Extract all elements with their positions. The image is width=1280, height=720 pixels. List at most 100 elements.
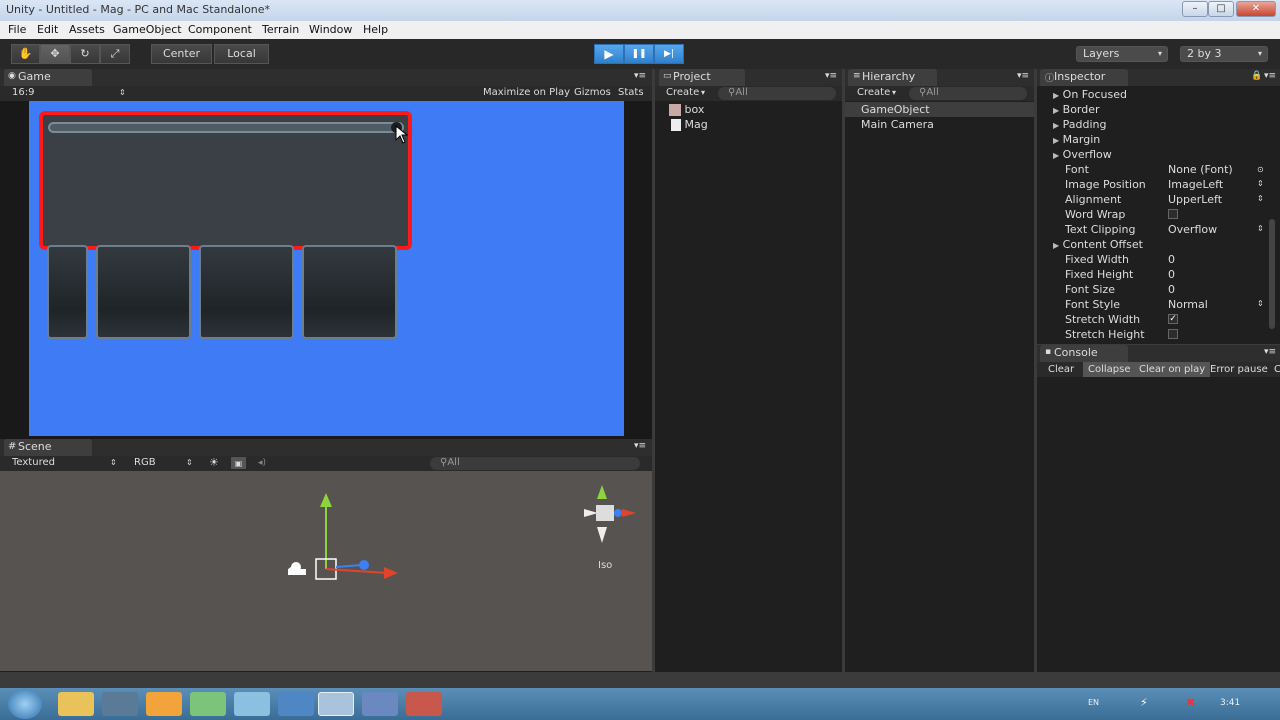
lock-icon[interactable]: 🔒: [1251, 71, 1262, 81]
prop-font-style-dropdown[interactable]: Normal: [1168, 297, 1208, 312]
tab-console[interactable]: Console: [1040, 345, 1128, 362]
media-app-icon[interactable]: [146, 692, 182, 716]
maximize-button[interactable]: □: [1208, 1, 1234, 17]
render-mode-dropdown[interactable]: Textured: [12, 456, 55, 470]
stretch-width-checkbox[interactable]: ✓: [1168, 314, 1178, 324]
prop-fixed-height-field[interactable]: 0: [1168, 267, 1175, 282]
pause-button[interactable]: ❚❚: [624, 44, 654, 64]
orientation-gizmo[interactable]: [578, 481, 642, 551]
hierarchy-item-main-camera[interactable]: Main Camera: [861, 117, 934, 132]
unity-active-app-icon[interactable]: [318, 692, 354, 716]
panel-menu-icon[interactable]: ▾≡: [1264, 347, 1276, 357]
move-tool-icon[interactable]: ✥: [40, 44, 70, 64]
inspector-scrollbar[interactable]: [1269, 219, 1275, 329]
network-icon[interactable]: ⚡: [1140, 696, 1148, 709]
tab-game[interactable]: Game: [4, 69, 92, 86]
grid-slot[interactable]: [302, 245, 397, 339]
layers-dropdown[interactable]: Layers ▾: [1076, 46, 1168, 62]
menu-component[interactable]: Component: [188, 23, 252, 36]
minimize-button[interactable]: –: [1182, 1, 1208, 17]
chat-app-icon[interactable]: [362, 692, 398, 716]
tab-scene[interactable]: Scene: [4, 439, 92, 456]
hierarchy-create-dropdown[interactable]: Create: [857, 86, 890, 100]
pivot-center-toggle[interactable]: Center: [151, 44, 212, 64]
console-clear-on-play-toggle[interactable]: Clear on play: [1134, 362, 1211, 377]
sun-icon[interactable]: ☀: [209, 456, 219, 470]
foldout-content-offset[interactable]: ▶ Content Offset: [1053, 237, 1143, 252]
image-icon[interactable]: ▣: [231, 457, 246, 469]
layout-dropdown[interactable]: 2 by 3 ▾: [1180, 46, 1268, 62]
grid-slot[interactable]: [199, 245, 294, 339]
panel-menu-icon[interactable]: ▾≡: [634, 71, 646, 81]
explorer-app-icon[interactable]: [58, 692, 94, 716]
scale-tool-icon[interactable]: ⤢: [100, 44, 130, 64]
project-item-mag[interactable]: Mag: [671, 117, 708, 132]
menu-help[interactable]: Help: [363, 23, 388, 36]
audio-icon[interactable]: ◂): [258, 456, 266, 470]
tab-hierarchy[interactable]: Hierarchy: [848, 69, 937, 86]
prop-alignment-dropdown[interactable]: UpperLeft: [1168, 192, 1222, 207]
console-collapse-toggle[interactable]: Collapse: [1083, 362, 1136, 377]
selected-window-box[interactable]: [39, 111, 412, 250]
hierarchy-item-gameobject[interactable]: GameObject: [845, 102, 1034, 117]
rotate-tool-icon[interactable]: ↻: [70, 44, 100, 64]
prop-fixed-height-label: Fixed Height: [1065, 268, 1134, 281]
aspect-dropdown[interactable]: 16:9: [12, 86, 34, 100]
word-wrap-checkbox[interactable]: [1168, 209, 1178, 219]
grid-slot[interactable]: [96, 245, 191, 339]
scene-search-input[interactable]: ⚲All: [430, 457, 640, 470]
unity-app-icon[interactable]: [102, 692, 138, 716]
move-gizmo[interactable]: [280, 481, 410, 591]
stretch-height-checkbox[interactable]: [1168, 329, 1178, 339]
panel-menu-icon[interactable]: ▾≡: [1017, 71, 1029, 81]
window-app-icon[interactable]: [278, 692, 314, 716]
prop-text-clipping-dropdown[interactable]: Overflow: [1168, 222, 1217, 237]
maximize-on-play-toggle[interactable]: Maximize on Play: [483, 86, 570, 100]
foldout-padding[interactable]: ▶ Padding: [1053, 117, 1107, 132]
tab-project[interactable]: Project: [659, 69, 745, 86]
gizmos-toggle[interactable]: Gizmos: [574, 86, 611, 100]
hand-tool-icon[interactable]: ✋: [11, 44, 40, 64]
menu-window[interactable]: Window: [309, 23, 352, 36]
volume-icon[interactable]: ✖: [1186, 696, 1195, 709]
foldout-margin[interactable]: ▶ Margin: [1053, 132, 1100, 147]
panel-menu-icon[interactable]: ▾≡: [634, 441, 646, 451]
recorder-app-icon[interactable]: [406, 692, 442, 716]
menu-file[interactable]: File: [8, 23, 26, 36]
project-search-input[interactable]: ⚲All: [718, 87, 836, 100]
menu-assets[interactable]: Assets: [69, 23, 105, 36]
scene-viewport[interactable]: Iso: [0, 471, 652, 671]
hierarchy-search-input[interactable]: ⚲All: [909, 87, 1027, 100]
foldout-border[interactable]: ▶ Border: [1053, 102, 1100, 117]
space-local-toggle[interactable]: Local: [214, 44, 269, 64]
close-button[interactable]: ✕: [1236, 1, 1276, 17]
language-indicator[interactable]: EN: [1088, 698, 1099, 707]
console-clear-button[interactable]: Clear: [1043, 362, 1079, 377]
panel-menu-icon[interactable]: ▾≡: [825, 71, 837, 81]
prop-font-field[interactable]: None (Font): [1168, 162, 1233, 177]
play-button[interactable]: ▶: [594, 44, 624, 64]
menu-edit[interactable]: Edit: [37, 23, 58, 36]
folder-app-icon[interactable]: [234, 692, 270, 716]
menu-terrain[interactable]: Terrain: [262, 23, 299, 36]
paint-app-icon[interactable]: [190, 692, 226, 716]
foldout-overflow[interactable]: ▶ Overflow: [1053, 147, 1112, 162]
object-picker-icon[interactable]: ⊙: [1257, 165, 1264, 174]
prop-font-size-field[interactable]: 0: [1168, 282, 1175, 297]
stats-toggle[interactable]: Stats: [618, 86, 644, 100]
menu-gameobject[interactable]: GameObject: [113, 23, 182, 36]
grid-slot[interactable]: [47, 245, 88, 339]
clock[interactable]: 3:41: [1220, 698, 1240, 708]
start-button[interactable]: [8, 689, 42, 719]
project-item-box[interactable]: box: [669, 102, 704, 117]
step-button[interactable]: ▶|: [654, 44, 684, 64]
project-create-dropdown[interactable]: Create: [666, 86, 699, 100]
prop-fixed-width-field[interactable]: 0: [1168, 252, 1175, 267]
console-error-pause-toggle[interactable]: Error pause: [1205, 362, 1273, 377]
panel-menu-icon[interactable]: ▾≡: [1264, 71, 1276, 81]
prop-image-position-dropdown[interactable]: ImageLeft: [1168, 177, 1223, 192]
game-viewport[interactable]: [29, 101, 624, 436]
color-mode-dropdown[interactable]: RGB: [134, 456, 156, 470]
console-more-button[interactable]: C: [1269, 362, 1280, 377]
foldout-on-focused[interactable]: ▶ On Focused: [1053, 87, 1127, 102]
